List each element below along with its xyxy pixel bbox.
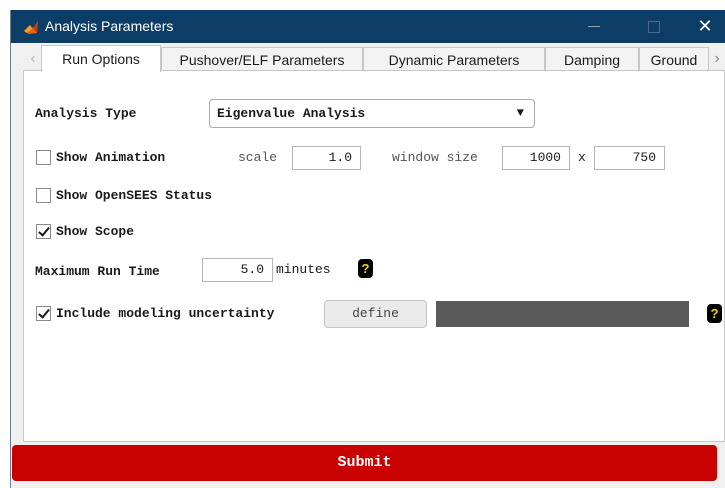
- tab-damping[interactable]: Damping: [545, 47, 639, 71]
- analysis-type-label: Analysis Type: [35, 106, 137, 121]
- tab-ground[interactable]: Ground: [639, 47, 709, 71]
- tab-pushover-elf-parameters[interactable]: Pushover/ELF Parameters: [161, 47, 363, 71]
- window-width-input[interactable]: 1000: [502, 146, 570, 170]
- dropdown-arrow-icon: ▼: [516, 106, 524, 120]
- modeling-uncertainty-checkbox[interactable]: [36, 306, 51, 321]
- tab-bar: ‹ Run Options Pushover/ELF Parameters Dy…: [11, 43, 725, 72]
- show-opensees-status-label: Show OpenSEES Status: [56, 188, 213, 203]
- show-scope-checkbox[interactable]: [36, 224, 51, 239]
- matlab-logo-icon: [24, 21, 38, 34]
- minutes-label: minutes: [276, 262, 331, 277]
- tab-run-options[interactable]: Run Options: [41, 45, 161, 72]
- submit-button[interactable]: Submit: [12, 445, 717, 481]
- maximize-icon: [648, 20, 660, 33]
- maximize-button[interactable]: [633, 10, 675, 43]
- analysis-parameters-window: Analysis Parameters ✕ ‹ Run Options Push…: [10, 10, 725, 488]
- modeling-uncertainty-label: Include modeling uncertainty: [56, 306, 275, 321]
- max-run-time-label: Maximum Run Time: [35, 264, 160, 279]
- analysis-type-select[interactable]: Eigenvalue Analysis ▼: [209, 99, 535, 128]
- scale-input[interactable]: 1.0: [292, 146, 361, 170]
- times-label: x: [578, 150, 586, 165]
- close-button[interactable]: ✕: [684, 10, 725, 43]
- max-run-time-input[interactable]: 5.0: [202, 258, 273, 282]
- minimize-button[interactable]: [573, 10, 615, 43]
- show-animation-checkbox[interactable]: [36, 150, 51, 165]
- define-button[interactable]: define: [324, 300, 427, 328]
- window-title: Analysis Parameters: [45, 18, 174, 34]
- tab-dynamic-parameters[interactable]: Dynamic Parameters: [363, 47, 545, 71]
- close-icon: ✕: [697, 16, 713, 36]
- show-scope-label: Show Scope: [56, 224, 135, 239]
- run-time-help-icon[interactable]: ?: [358, 259, 373, 278]
- title-bar: Analysis Parameters ✕: [11, 10, 725, 43]
- scale-label: scale: [238, 150, 278, 165]
- window-size-label: window size: [392, 150, 478, 165]
- tab-scroll-right-icon[interactable]: ›: [709, 47, 725, 71]
- show-animation-label: Show Animation: [56, 150, 166, 165]
- minimize-icon: [588, 26, 600, 27]
- tab-scroll-left-icon[interactable]: ‹: [25, 47, 41, 71]
- analysis-type-value: Eigenvalue Analysis: [217, 106, 366, 121]
- window-height-input[interactable]: 750: [594, 146, 665, 170]
- show-opensees-status-checkbox[interactable]: [36, 188, 51, 203]
- uncertainty-status-bar: [436, 301, 689, 327]
- uncertainty-help-icon[interactable]: ?: [707, 304, 722, 323]
